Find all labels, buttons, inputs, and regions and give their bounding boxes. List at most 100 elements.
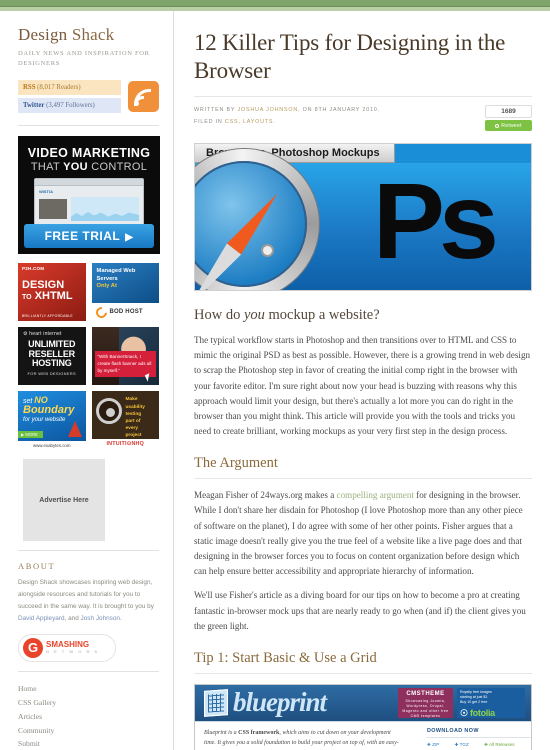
sidebar-divider-3 — [18, 670, 159, 672]
smashing-g-icon: G — [23, 637, 43, 658]
about-text-3: . — [119, 614, 122, 622]
about-text: Design Shack showcases inspiring web des… — [18, 577, 159, 624]
ad-iq-l6: project — [125, 433, 142, 439]
sidebar-item-home[interactable]: Home — [18, 682, 159, 696]
heading-how-do-you-mockup: How do you mockup a website? — [194, 307, 532, 324]
photoshop-ps-logo: Ps — [372, 160, 499, 282]
bp-zip-label: ZIP — [432, 741, 440, 747]
bp-download-all[interactable]: ✚ All Releases — [484, 742, 521, 747]
ad-heart-lines: UNLIMITED RESELLER HOSTING — [18, 340, 86, 368]
blueprint-download-box: DOWNLOAD NOW ✚ ZIP ✚ TGZ ✚ All Releases … — [427, 728, 531, 750]
article-meta-row: WRITTEN BY JOSHUA JOHNSON, ON 8TH JANUAR… — [194, 96, 532, 132]
site-logo-shack: Shack — [67, 25, 115, 44]
article-meta: WRITTEN BY JOSHUA JOHNSON, ON 8TH JANUAR… — [194, 105, 380, 128]
article-hero-image: Browser vs. Photoshop Mockups Ps — [194, 143, 532, 292]
ad-video-cta-label: FREE TRIAL — [44, 229, 121, 244]
blueprint-mid: Blueprint is a CSS framework, which aims… — [195, 720, 531, 750]
ad-iq-l4: part of — [125, 419, 141, 424]
retweet-button[interactable]: Retweet — [485, 120, 532, 132]
ad-heart-brand: ⚙ heart internet — [23, 331, 62, 338]
bp-all-label: All Releases — [488, 741, 515, 747]
h2-mockup-b: mockup a website? — [264, 307, 380, 324]
heading-the-argument: The Argument — [194, 455, 532, 480]
sidebar-item-submit[interactable]: Submit — [18, 737, 159, 750]
advertise-here-slot[interactable]: Advertise Here — [23, 459, 105, 542]
blueprint-header: blueprint CMSTHEME Showcasing Joomla, Wo… — [195, 684, 531, 721]
paragraph-2-b: for designing in the browser. While I do… — [194, 490, 523, 577]
smashing-name-label: SMASHING — [46, 640, 90, 650]
ad-intuitionhq[interactable]: Make usability testing part of every pro… — [91, 391, 159, 450]
fotolia-line1: Royalty free images — [460, 689, 492, 694]
meta-written-by: WRITTEN BY — [194, 107, 238, 114]
ad-row-3: set NO Boundary for your website ▶ MORE … — [18, 391, 159, 450]
rss-count: (8,017 Readers) — [37, 83, 81, 91]
ad-exabytes[interactable]: set NO Boundary for your website ▶ MORE … — [18, 391, 86, 450]
rss-icon-arc-outer — [134, 89, 151, 107]
compelling-argument-link[interactable]: compelling argument — [337, 490, 414, 500]
bp-desc-a: Blueprint is a — [204, 729, 239, 736]
ad-heart-brand-label: heart internet — [29, 331, 62, 338]
meta-author-link[interactable]: JOSHUA JOHNSON — [237, 107, 298, 113]
sidebar-item-css-gallery[interactable]: CSS Gallery — [18, 696, 159, 710]
bp-download-tgz[interactable]: ✚ TGZ — [455, 742, 476, 747]
main-content: 12 Killer Tips for Designing in the Brow… — [174, 11, 550, 750]
rss-icon[interactable] — [128, 81, 159, 113]
about-text-2: , and — [64, 614, 81, 622]
ad-iq-l3: testing — [125, 411, 142, 417]
fotolia-line3: Buy 10 get 2 free — [460, 700, 488, 705]
site-logo[interactable]: Design Shack — [18, 25, 159, 45]
retweet-count: 1689 — [485, 105, 532, 119]
rss-subscribe-link[interactable]: RSS (8,017 Readers) — [18, 80, 121, 96]
fotolia-line2: starting at just $1 — [460, 695, 488, 700]
sidebar-item-community[interactable]: Community — [18, 723, 159, 737]
ad-video-thumb — [39, 199, 67, 220]
blueprint-cmstheme-ad: CMSTHEME Showcasing Joomla, Wordpress, D… — [398, 687, 453, 718]
ad-bodhost-top: Managed Web Servers Only At — [91, 263, 159, 304]
top-accent-bar — [0, 0, 550, 7]
blueprint-fotolia-ad: Royalty free images starting at just $1 … — [457, 687, 525, 718]
retweet-widget[interactable]: 1689 Retweet — [485, 105, 532, 132]
ad-heart-internet[interactable]: ⚙ heart internet UNLIMITED RESELLER HOST… — [18, 327, 86, 386]
smashing-network-name: SMASHING N E T W O R K — [46, 641, 99, 654]
ad-exabytes-more-button[interactable]: ▶ MORE — [18, 431, 43, 439]
page-layout: Design Shack Daily news and inspiration … — [0, 11, 550, 750]
ad-bannersnack[interactable]: “With BannerSnack, I create flash banner… — [91, 327, 159, 386]
sidebar-divider-1 — [18, 125, 159, 127]
twitter-count: (3,497 Followers) — [46, 101, 95, 109]
about-heading: ABOUT — [18, 561, 56, 572]
site-tagline: Daily news and inspiration for designers — [18, 50, 150, 68]
meta-period: . — [273, 118, 276, 125]
about-link-josh[interactable]: Josh Johnson — [81, 615, 120, 622]
meta-filed-in: FILED IN — [194, 118, 225, 125]
meta-category-layouts[interactable]: LAYOUTS — [243, 119, 273, 125]
smashing-network-badge[interactable]: G SMASHING N E T W O R K — [18, 633, 116, 662]
sidebar-item-articles[interactable]: Articles — [18, 709, 159, 723]
ad-video-cta-button[interactable]: FREE TRIAL ▶ — [24, 224, 154, 249]
ad-p2h[interactable]: P2H.COM DESIGN TO XHTML BRILLIANTLY AFFOR… — [18, 263, 86, 322]
ad-row-1: P2H.COM DESIGN TO XHTML BRILLIANTLY AFFOR… — [18, 263, 159, 322]
h2-mockup-a: How do — [194, 307, 244, 324]
retweet-label: Retweet — [501, 122, 522, 129]
bp-download-zip[interactable]: ✚ ZIP — [427, 742, 446, 747]
ad-heart-foot: FOR WEB DESIGNERS — [27, 370, 76, 376]
sidebar-nav: Home CSS Gallery Articles Community Subm… — [18, 682, 159, 750]
about-link-david[interactable]: David Appleyard — [18, 615, 65, 622]
ad-video-cta-arrow: ▶ — [125, 232, 134, 244]
ad-video-marketing[interactable]: VIDEO MARKETING THAT YOU CONTROL WISTIA … — [18, 136, 160, 255]
ad-video-wistia-logo: WISTIA — [39, 189, 53, 195]
target-icon — [95, 398, 122, 425]
ad-intuitionhq-brand: INTUITI⊙NHQ — [91, 439, 159, 450]
ad-bodhost[interactable]: Managed Web Servers Only At BOD HOST — [91, 263, 159, 322]
paragraph-3: We'll use Fisher's article as a diving b… — [194, 590, 526, 631]
site-logo-design: Design — [18, 25, 68, 44]
blueprint-wordmark: blueprint — [233, 686, 327, 717]
meta-category-css[interactable]: CSS — [225, 119, 238, 125]
ad-exabytes-line1: set NO — [18, 391, 86, 405]
ad-p2h-title-to: TO — [22, 293, 32, 301]
ad-video-line2-b: YOU — [63, 161, 88, 174]
ad-exabytes-boundary: Boundary — [23, 404, 75, 417]
ad-row-2: ⚙ heart internet UNLIMITED RESELLER HOST… — [18, 327, 159, 386]
ad-bodhost-brand: BOD HOST — [109, 309, 143, 316]
twitter-subscribe-link[interactable]: Twitter (3,497 Followers) — [18, 98, 121, 114]
blueprint-description: Blueprint is a CSS framework, which aims… — [204, 728, 404, 750]
